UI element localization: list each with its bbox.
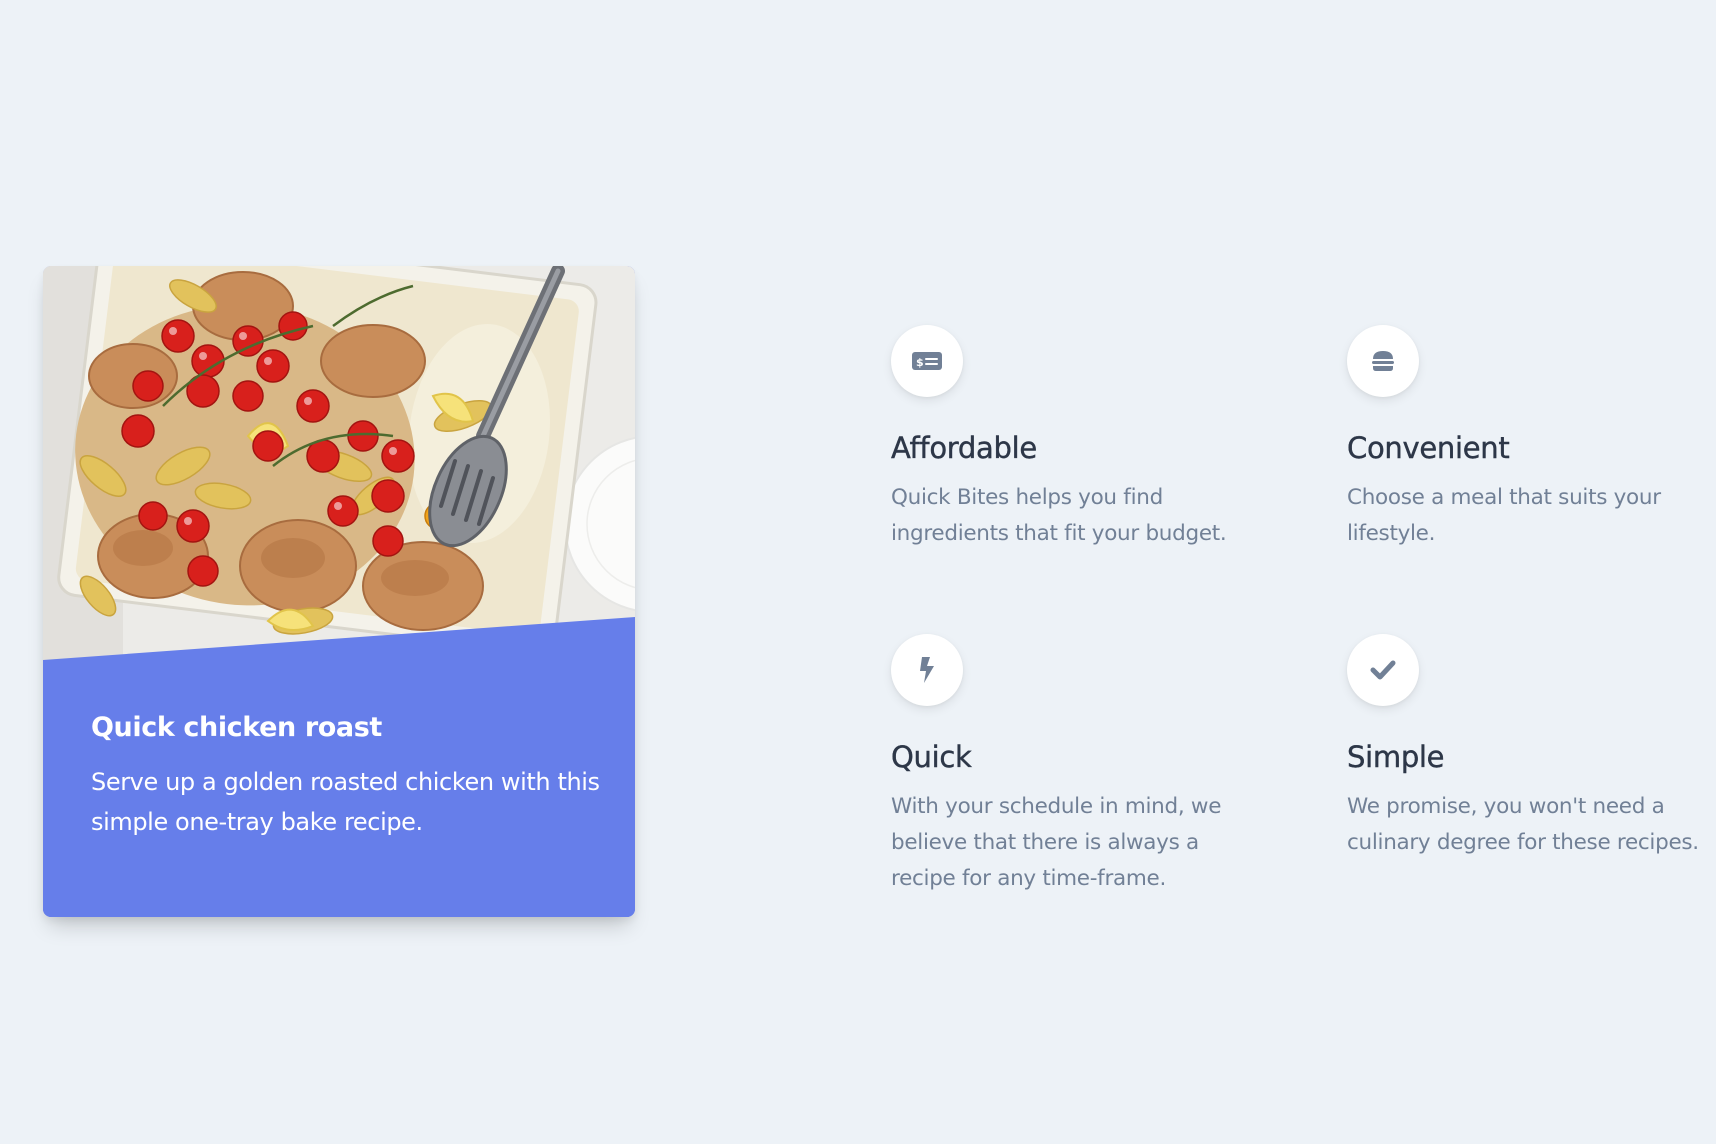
feature-title: Affordable xyxy=(891,431,1038,465)
recipe-card[interactable]: Quick chicken roast Serve up a golden ro… xyxy=(43,266,635,917)
feature-description: With your schedule in mind, we believe t… xyxy=(891,793,1222,891)
recipe-description: Serve up a golden roasted chicken with t… xyxy=(91,768,600,837)
recipe-title[interactable]: Quick chicken roast xyxy=(91,712,611,744)
bolt-icon xyxy=(891,634,963,706)
feature-description: Quick Bites helps you find ingredients t… xyxy=(891,484,1227,546)
page: Quick chicken roast Serve up a golden ro… xyxy=(0,0,1716,1144)
feature-convenient: Convenient Choose a meal that suits your… xyxy=(1347,325,1716,552)
feature-description: Choose a meal that suits your lifestyle. xyxy=(1347,484,1661,546)
money-bill-icon: $ xyxy=(891,325,963,397)
feature-quick: Quick With your schedule in mind, we bel… xyxy=(891,634,1261,897)
feature-title: Quick xyxy=(891,740,972,774)
feature-title: Simple xyxy=(1347,740,1445,774)
feature-affordable: $ Affordable Quick Bites helps you find … xyxy=(891,325,1261,552)
feature-description: We promise, you won't need a culinary de… xyxy=(1347,793,1699,855)
feature-simple: Simple We promise, you won't need a culi… xyxy=(1347,634,1716,861)
recipe-card-body: Quick chicken roast Serve up a golden ro… xyxy=(91,712,611,842)
feature-title: Convenient xyxy=(1347,431,1510,465)
svg-text:$: $ xyxy=(916,356,924,369)
hamburger-icon xyxy=(1347,325,1419,397)
check-icon xyxy=(1347,634,1419,706)
